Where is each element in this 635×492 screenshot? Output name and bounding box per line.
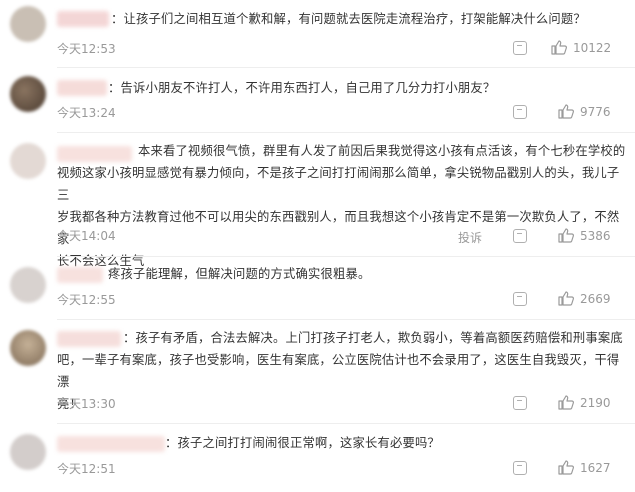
like-button[interactable]: 9776 [558, 104, 611, 119]
like-count: 9776 [580, 104, 611, 119]
thumbs-up-icon [558, 228, 574, 243]
thumbs-up-icon [558, 460, 574, 475]
thumbs-up-icon [551, 40, 567, 55]
comment-feed: ：让孩子们之间相互道个歉和解，有问题就去医院走流程治疗，打架能解决什么问题？ 今… [0, 0, 635, 492]
comment-text: ：让孩子们之间相互道个歉和解，有问题就去医院走流程治疗，打架能解决什么问题？ [111, 12, 586, 26]
avatar[interactable] [10, 267, 46, 303]
thumbs-up-icon [558, 104, 574, 119]
username-redacted[interactable] [57, 436, 165, 452]
comment-icon[interactable] [513, 396, 527, 410]
divider [57, 67, 635, 68]
comment-line: 本来看了视频很气愤，群里有人发了前因后果我觉得这小孩有点活该，有个七秒在学校的 [138, 144, 626, 158]
avatar[interactable] [10, 330, 46, 366]
timestamp: 今天12:55 [57, 293, 116, 307]
username-redacted[interactable] [57, 80, 107, 96]
like-button[interactable]: 1627 [558, 460, 611, 475]
thumbs-up-icon [558, 291, 574, 306]
timestamp: 今天12:53 [57, 42, 116, 56]
comment-icon[interactable] [513, 461, 527, 475]
avatar[interactable] [10, 434, 46, 470]
like-count: 5386 [580, 228, 611, 243]
comment-text: 疼孩子能理解，但解决问题的方式确实很粗暴。 [108, 267, 371, 281]
divider [57, 256, 635, 257]
username-redacted[interactable] [57, 11, 109, 27]
comment-line: 岁我都各种方法教育过他不可以用尖的东西戳别人，而且我想这个小孩肯定不是第一次欺负… [57, 210, 620, 246]
avatar[interactable] [10, 76, 46, 112]
like-count: 2669 [580, 291, 611, 306]
timestamp: 今天14:04 [57, 229, 116, 243]
like-button[interactable]: 2669 [558, 291, 611, 306]
divider [57, 132, 635, 133]
timestamp: 今天13:24 [57, 106, 116, 120]
comment-line: 亮！ [57, 397, 82, 411]
like-count: 1627 [580, 460, 611, 475]
avatar[interactable] [10, 6, 46, 42]
comment-icon[interactable] [513, 105, 527, 119]
divider [57, 319, 635, 320]
like-count: 10122 [573, 40, 612, 55]
timestamp: 今天12:51 [57, 462, 116, 476]
comment-text: 本来看了视频很气愤，群里有人发了前因后果我觉得这小孩有点活该，有个七秒在学校的 … [57, 140, 627, 272]
comment-line: 视频这家小孩明显感觉有暴力倾向，不是孩子之间打打闹闹那么简单，拿尖锐物品戳别人的… [57, 166, 620, 202]
report-button[interactable]: 投诉 [458, 229, 482, 246]
comment-text: ：孩子有矛盾，合法去解决。上门打孩子打老人，欺负弱小，等着高额医药赔偿和刑事案底… [57, 327, 627, 415]
avatar[interactable] [10, 143, 46, 179]
like-button[interactable]: 2190 [558, 395, 611, 410]
comment-icon[interactable] [513, 292, 527, 306]
comment-icon[interactable] [513, 41, 527, 55]
thumbs-up-icon [558, 395, 574, 410]
timestamp: 今天13:30 [57, 397, 116, 411]
comment-text: ：孩子之间打打闹闹很正常啊，这家长有必要吗？ [165, 436, 440, 450]
comment-icon[interactable] [513, 229, 527, 243]
comment-text: ：告诉小朋友不许打人，不许用东西打人，自己用了几分力打小朋友？ [108, 81, 496, 95]
username-redacted[interactable] [57, 267, 103, 283]
comment-line: ：孩子有矛盾，合法去解决。上门打孩子打老人，欺负弱小，等着高额医药赔偿和刑事案底 [123, 331, 623, 345]
divider [57, 423, 635, 424]
like-button[interactable]: 5386 [558, 228, 611, 243]
comment-line: 吧，一辈子有案底，孩子也受影响，医生有案底，公立医院估计也不会录用了，这医生自我… [57, 353, 620, 389]
like-button[interactable]: 10122 [551, 40, 611, 55]
like-count: 2190 [580, 395, 611, 410]
